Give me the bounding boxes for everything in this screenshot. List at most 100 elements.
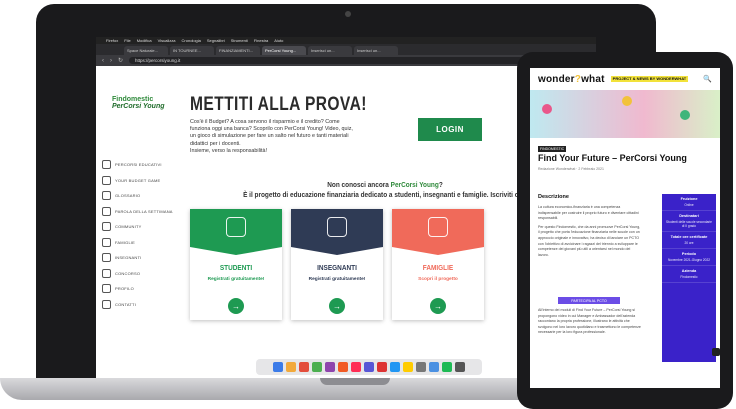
- site-logo[interactable]: Findomestic PerCorsi Young: [112, 96, 174, 110]
- info-value: Findomestic: [680, 275, 698, 279]
- card-subtitle[interactable]: Registrati gratuitamente!: [291, 277, 383, 282]
- wonderwhat-logo[interactable]: wonder?what: [538, 74, 605, 85]
- sidebar-item-label: INSEGNANTI: [115, 255, 142, 261]
- sidebar-item[interactable]: CONTATTI: [102, 297, 186, 313]
- banner-decoration: [622, 96, 632, 106]
- brand-part-1: wonder: [538, 73, 575, 85]
- question-line: Non conosci ancora PerCorsi Young?: [217, 180, 552, 189]
- sidebar-item[interactable]: GLOSSARIO: [102, 188, 186, 204]
- dock-app-icon[interactable]: [403, 362, 413, 372]
- card-header: [291, 209, 383, 255]
- sidebar-item[interactable]: PERCORSI EDUCATIVI: [102, 157, 186, 173]
- browser-tab[interactable]: Inserisci un...: [354, 46, 398, 55]
- intro-line: didattici per i docenti.: [190, 140, 241, 147]
- card-subtitle[interactable]: Scopri il progetto: [392, 277, 484, 282]
- menubar-item[interactable]: Modifica: [137, 38, 152, 43]
- dock-app-icon[interactable]: [377, 362, 387, 372]
- info-row: Fruizione Online: [662, 194, 716, 211]
- description-body: La cultura economico-finanziaria è una c…: [538, 205, 642, 261]
- sidebar-item[interactable]: CONCORSO: [102, 266, 186, 282]
- browser-tab[interactable]: PerCorsi Young...: [262, 46, 306, 55]
- logo-brand: Findomestic: [112, 96, 154, 103]
- browser-tabbar: Space Naturale... IN TOURNEE... FINANZIAME…: [96, 44, 596, 55]
- sidebar-item[interactable]: INSEGNANTI: [102, 250, 186, 266]
- dock-app-icon[interactable]: [312, 362, 322, 372]
- sidebar-item[interactable]: PROFILO: [102, 281, 186, 297]
- menu-item-icon: [102, 268, 111, 278]
- login-button[interactable]: LOGIN: [418, 118, 482, 141]
- menubar-item[interactable]: Cronologia: [182, 38, 201, 43]
- dock-app-icon[interactable]: [455, 362, 465, 372]
- side-widget-icon[interactable]: [712, 348, 720, 356]
- menubar-item[interactable]: Strumenti: [231, 38, 248, 43]
- intro-line: un gioco di simulazione per fare un salt…: [190, 133, 349, 140]
- info-label: Fruizione: [680, 197, 698, 201]
- menubar-item[interactable]: Finestra: [254, 38, 268, 43]
- sidebar-item[interactable]: PAROLA DELLA SETTIMANA: [102, 204, 186, 220]
- tablet-screen: wonder?what PROJECT & NEWS BY WONDERWHAT…: [530, 68, 720, 388]
- sidebar-item-label: CONTATTI: [115, 301, 137, 307]
- menubar-item[interactable]: Aiuto: [274, 38, 283, 43]
- dock-app-icon[interactable]: [325, 362, 335, 372]
- dock-app-icon[interactable]: [299, 362, 309, 372]
- menu-item-icon: [102, 175, 111, 185]
- browser-tab[interactable]: Inserisci un...: [308, 46, 352, 55]
- browser-tab[interactable]: IN TOURNEE...: [170, 46, 214, 55]
- info-value: 20 ore: [684, 241, 694, 245]
- question-prefix: Non conosci ancora: [327, 180, 391, 189]
- dock-app-icon[interactable]: [416, 362, 426, 372]
- menu-item-icon: [102, 237, 111, 247]
- menubar-item[interactable]: File: [124, 38, 130, 43]
- dock-app-icon[interactable]: [351, 362, 361, 372]
- card-title: STUDENTI: [219, 263, 253, 272]
- dock-app-icon[interactable]: [286, 362, 296, 372]
- dock-app-icon[interactable]: [338, 362, 348, 372]
- dock-app-icon[interactable]: [442, 362, 452, 372]
- dock-app-icon[interactable]: [364, 362, 374, 372]
- sidebar-item[interactable]: YOUR BUDGET GAME: [102, 173, 186, 189]
- menubar-item[interactable]: Segnalibri: [207, 38, 225, 43]
- pcto-button[interactable]: PARTECIPA AL PCTO: [558, 297, 620, 304]
- back-icon[interactable]: ‹: [102, 58, 104, 64]
- arrow-right-icon[interactable]: →: [430, 298, 446, 314]
- sidebar-item[interactable]: COMMUNITY: [102, 219, 186, 235]
- arrow-right-icon[interactable]: →: [329, 298, 345, 314]
- intro-text: Cos'è il Budget? A cosa servono il rispa…: [190, 119, 400, 155]
- mac-menubar: Firefox File Modifica Visualizza Cronologia S…: [96, 37, 596, 44]
- menu-item-icon: [102, 222, 111, 232]
- menubar-item[interactable]: Visualizza: [158, 38, 176, 43]
- menubar-item[interactable]: Firefox: [106, 38, 118, 43]
- sidebar-item[interactable]: FAMIGLIE: [102, 235, 186, 251]
- forward-icon[interactable]: ›: [110, 58, 112, 64]
- card-title: FAMIGLIE: [422, 263, 454, 272]
- menu-item-icon: [102, 253, 111, 263]
- sidebar-item-label: FAMIGLIE: [115, 239, 136, 245]
- brand-badge: PROJECT & NEWS BY WONDERWHAT: [610, 75, 689, 83]
- article-title: Find Your Future – PerCorsi Young: [538, 153, 687, 163]
- browser-tab[interactable]: FINANZIAMENTI...: [216, 46, 260, 55]
- logo-project: PerCorsi Young: [112, 103, 165, 110]
- category-tag[interactable]: FINDOMESTIC: [538, 146, 567, 152]
- card-subtitle[interactable]: Registrati gratuitamente!: [190, 277, 282, 282]
- info-row: Totale ore certificate 20 ore: [662, 232, 716, 249]
- info-value: Novembre 2021-Giugno 2022: [668, 258, 710, 262]
- signup-card: FAMIGLIE Scopri il progetto →: [392, 209, 484, 320]
- intro-line: funziona oggi una banca? Scoprilo con Pe…: [190, 126, 353, 133]
- browser-tab[interactable]: Space Naturale...: [124, 46, 168, 55]
- sidebar-menu: PERCORSI EDUCATIVI YOUR BUDGET GAME GLOSSA…: [102, 157, 186, 312]
- menu-item-icon: [102, 299, 111, 309]
- info-row: Azienda Findomestic: [662, 266, 716, 283]
- tablet-header: wonder?what PROJECT & NEWS BY WONDERWHAT…: [530, 68, 720, 90]
- intro-line: Insieme, verso la responsabilità!: [190, 147, 268, 154]
- search-icon[interactable]: 🔍: [703, 75, 712, 83]
- card-header: [392, 209, 484, 255]
- reload-icon[interactable]: ↻: [118, 57, 123, 64]
- arrow-right-icon[interactable]: →: [228, 298, 244, 314]
- dock-app-icon[interactable]: [273, 362, 283, 372]
- audience-icon: [428, 217, 448, 237]
- page-title: METTITI ALLA PROVA!: [190, 94, 367, 115]
- dock-app-icon[interactable]: [429, 362, 439, 372]
- question-suffix: ?: [438, 180, 443, 189]
- dock-app-icon[interactable]: [390, 362, 400, 372]
- info-label: Azienda: [681, 269, 697, 273]
